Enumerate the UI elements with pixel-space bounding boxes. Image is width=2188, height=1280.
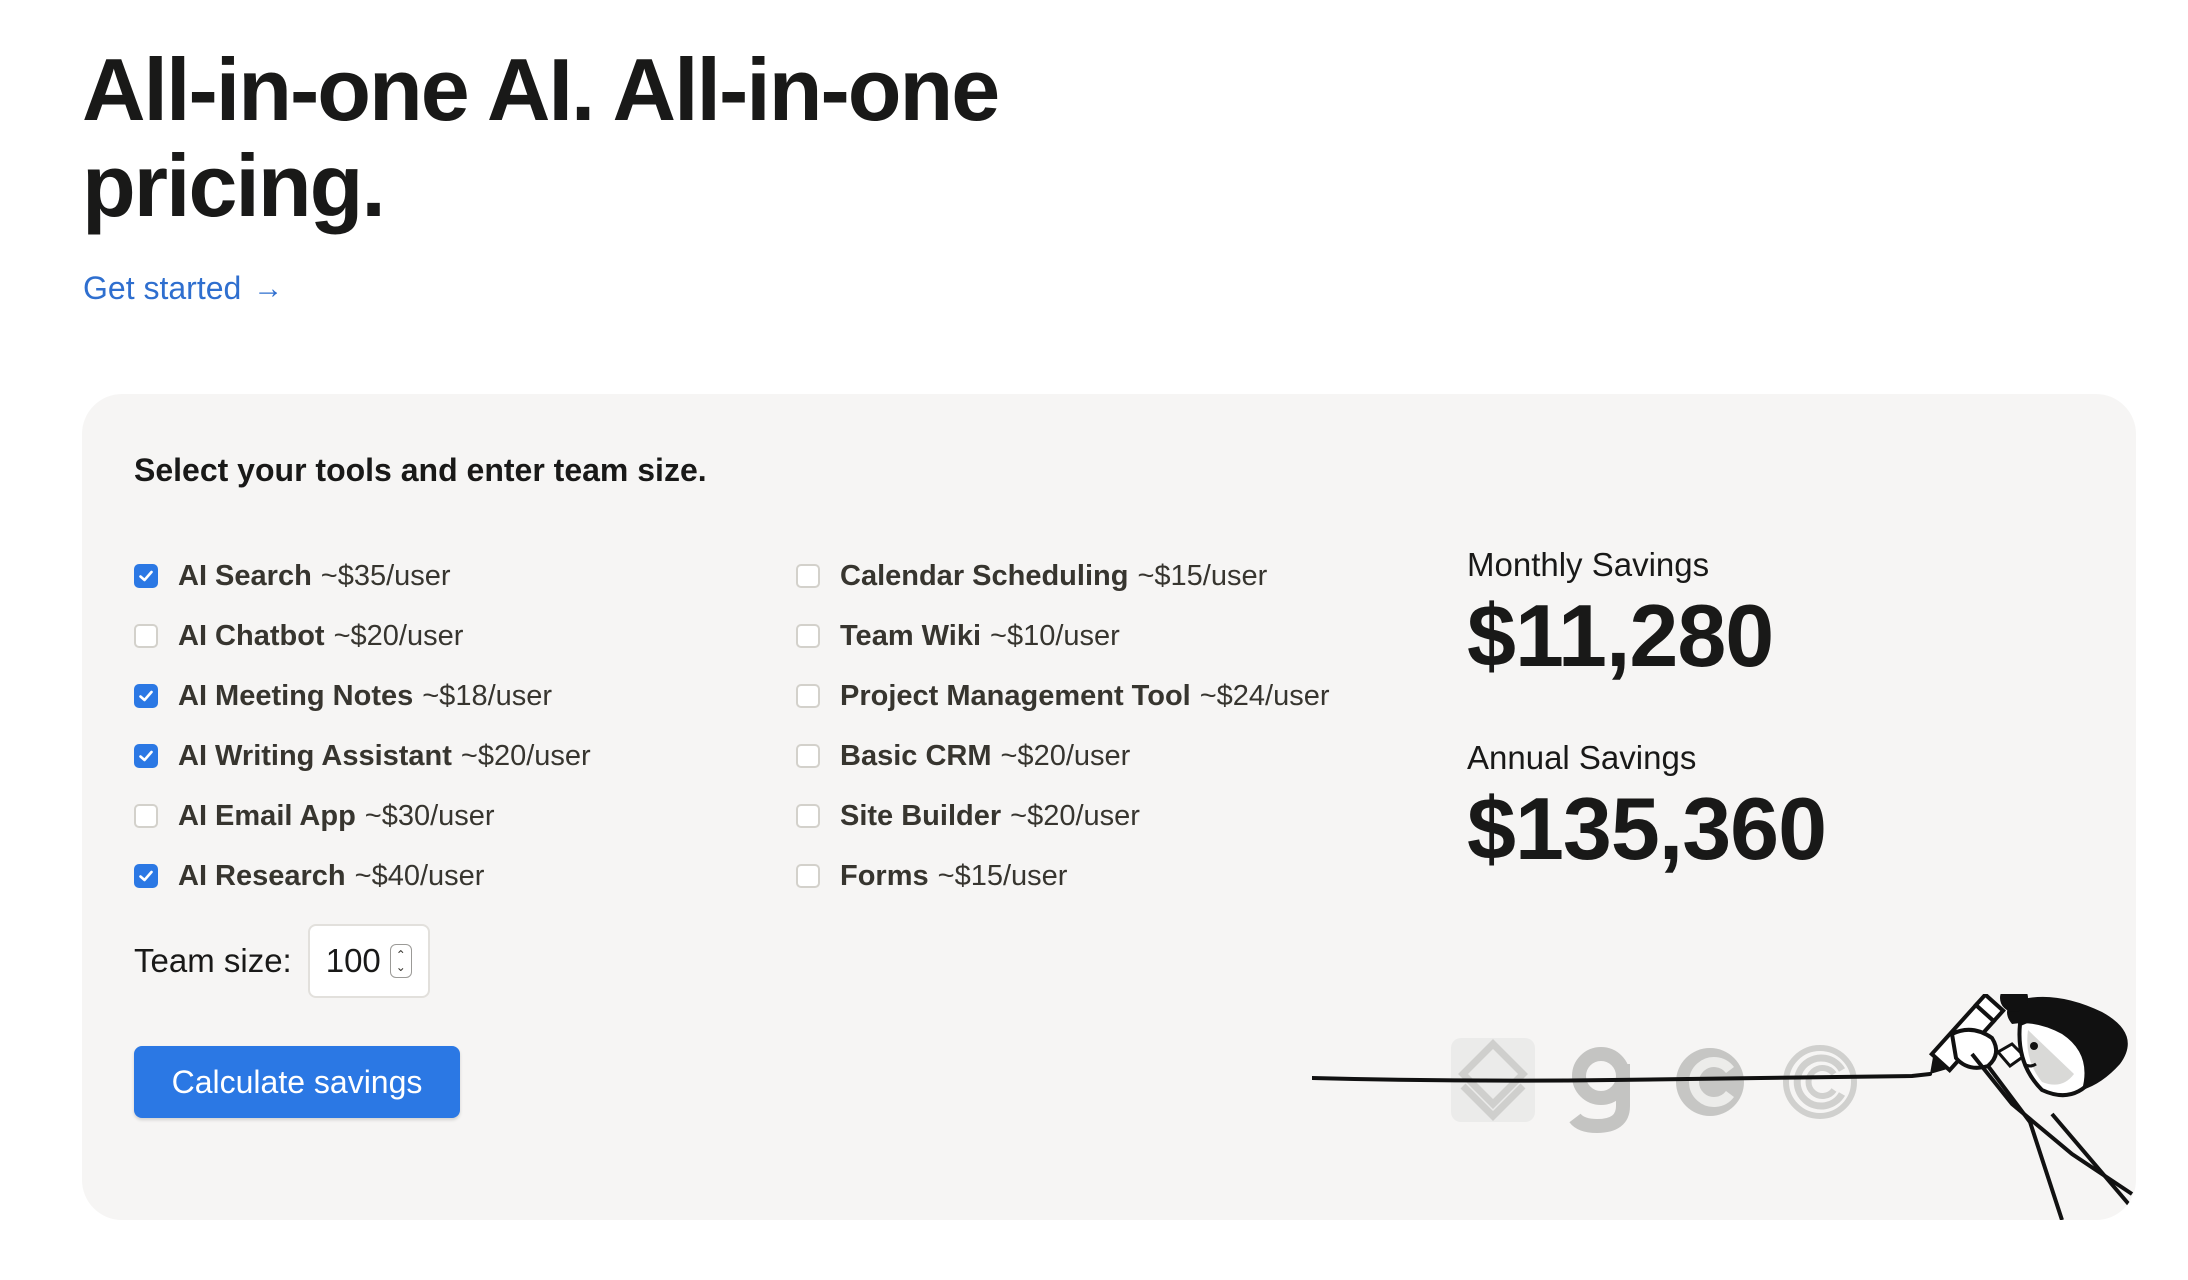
tool-price: ~$20/user: [460, 739, 591, 772]
checkbox-checked[interactable]: [134, 684, 158, 708]
tool-option-forms[interactable]: Forms ~$15/user: [796, 846, 1330, 906]
tool-option-ai-meeting-notes[interactable]: AI Meeting Notes ~$18/user: [134, 666, 591, 726]
tool-name: Calendar Scheduling: [840, 559, 1129, 592]
tool-option-ai-chatbot[interactable]: AI Chatbot ~$20/user: [134, 606, 591, 666]
tool-option-basic-crm[interactable]: Basic CRM ~$20/user: [796, 726, 1330, 786]
team-size-label: Team size:: [134, 942, 292, 979]
tool-price: ~$18/user: [422, 679, 553, 712]
double-c-logo-icon: [1783, 1045, 1857, 1119]
tool-price: ~$35/user: [320, 559, 451, 592]
checkbox[interactable]: [796, 624, 820, 648]
tool-name: Basic CRM: [840, 739, 992, 772]
tool-option-team-wiki[interactable]: Team Wiki ~$10/user: [796, 606, 1330, 666]
tool-name: AI Email App: [178, 799, 356, 832]
tool-name: AI Chatbot: [178, 619, 325, 652]
tool-option-site-builder[interactable]: Site Builder ~$20/user: [796, 786, 1330, 846]
tool-price: ~$20/user: [1000, 739, 1131, 772]
checkbox[interactable]: [134, 624, 158, 648]
annual-savings: Annual Savings $135,360: [1467, 739, 1827, 878]
tool-price: ~$15/user: [937, 859, 1068, 892]
checkbox[interactable]: [134, 804, 158, 828]
team-size-value: 100: [325, 942, 381, 979]
monthly-savings-value: $11,280: [1467, 586, 1774, 685]
g-logo-icon: [1569, 1047, 1630, 1134]
tool-name: AI Meeting Notes: [178, 679, 414, 712]
pricing-page: All-in-one AI. All-in-one pricing. Get s…: [0, 0, 2188, 1280]
tool-option-calendar-scheduling[interactable]: Calendar Scheduling ~$15/user: [796, 546, 1330, 606]
calculator-title: Select your tools and enter team size.: [134, 452, 707, 488]
c-logo-icon: [1676, 1048, 1744, 1116]
tool-option-project-management-tool[interactable]: Project Management Tool ~$24/user: [796, 666, 1330, 726]
monthly-savings: Monthly Savings $11,280: [1467, 546, 1774, 685]
tool-option-ai-email-app[interactable]: AI Email App ~$30/user: [134, 786, 591, 846]
tool-price: ~$10/user: [990, 619, 1120, 652]
calculate-savings-button[interactable]: Calculate savings: [134, 1046, 460, 1118]
annual-savings-value: $135,360: [1467, 779, 1827, 878]
annual-savings-label: Annual Savings: [1467, 739, 1697, 776]
arrow-right-icon: →: [253, 271, 284, 305]
checkbox[interactable]: [796, 744, 820, 768]
monthly-savings-label: Monthly Savings: [1467, 546, 1710, 583]
tool-price: ~$40/user: [354, 859, 485, 892]
tool-name: AI Research: [178, 859, 346, 892]
tool-price: ~$30/user: [364, 799, 495, 832]
tool-name: AI Writing Assistant: [178, 739, 452, 772]
tool-option-ai-research[interactable]: AI Research ~$40/user: [134, 846, 591, 906]
number-stepper-icon[interactable]: ⌃ ⌄: [389, 944, 412, 978]
tool-name: Forms: [840, 859, 929, 892]
get-started-label: Get started: [83, 270, 242, 306]
tool-name: Project Management Tool: [840, 679, 1191, 712]
tools-list-left: AI Search ~$35/user AI Chatbot ~$20/user…: [134, 546, 591, 906]
tool-name: Team Wiki: [840, 619, 982, 652]
tool-option-ai-search[interactable]: AI Search ~$35/user: [134, 546, 591, 606]
team-size-input[interactable]: 100 ⌃ ⌄: [307, 924, 430, 998]
page-title: All-in-one AI. All-in-one pricing.: [82, 40, 1000, 235]
tool-price: ~$20/user: [333, 619, 464, 652]
checkbox[interactable]: [796, 804, 820, 828]
tool-price: ~$24/user: [1199, 679, 1330, 712]
checkbox[interactable]: [796, 864, 820, 888]
get-started-link[interactable]: Get started →: [83, 270, 283, 307]
tool-option-ai-writing-assistant[interactable]: AI Writing Assistant ~$20/user: [134, 726, 591, 786]
tool-name: AI Search: [178, 559, 312, 592]
team-size-row: Team size: 100 ⌃ ⌄: [134, 924, 430, 998]
person-drawing-line-illustration: [1312, 994, 2134, 1220]
checkbox-checked[interactable]: [134, 744, 158, 768]
checkbox-checked[interactable]: [134, 864, 158, 888]
checkbox-checked[interactable]: [134, 564, 158, 588]
checkbox[interactable]: [796, 684, 820, 708]
tool-name: Site Builder: [840, 799, 1002, 832]
tool-price: ~$20/user: [1010, 799, 1140, 832]
savings-calculator-card: Select your tools and enter team size. A…: [82, 394, 2136, 1220]
checkbox[interactable]: [796, 564, 820, 588]
tools-list-right: Calendar Scheduling ~$15/user Team Wiki …: [796, 546, 1330, 906]
tool-price: ~$15/user: [1137, 559, 1268, 592]
